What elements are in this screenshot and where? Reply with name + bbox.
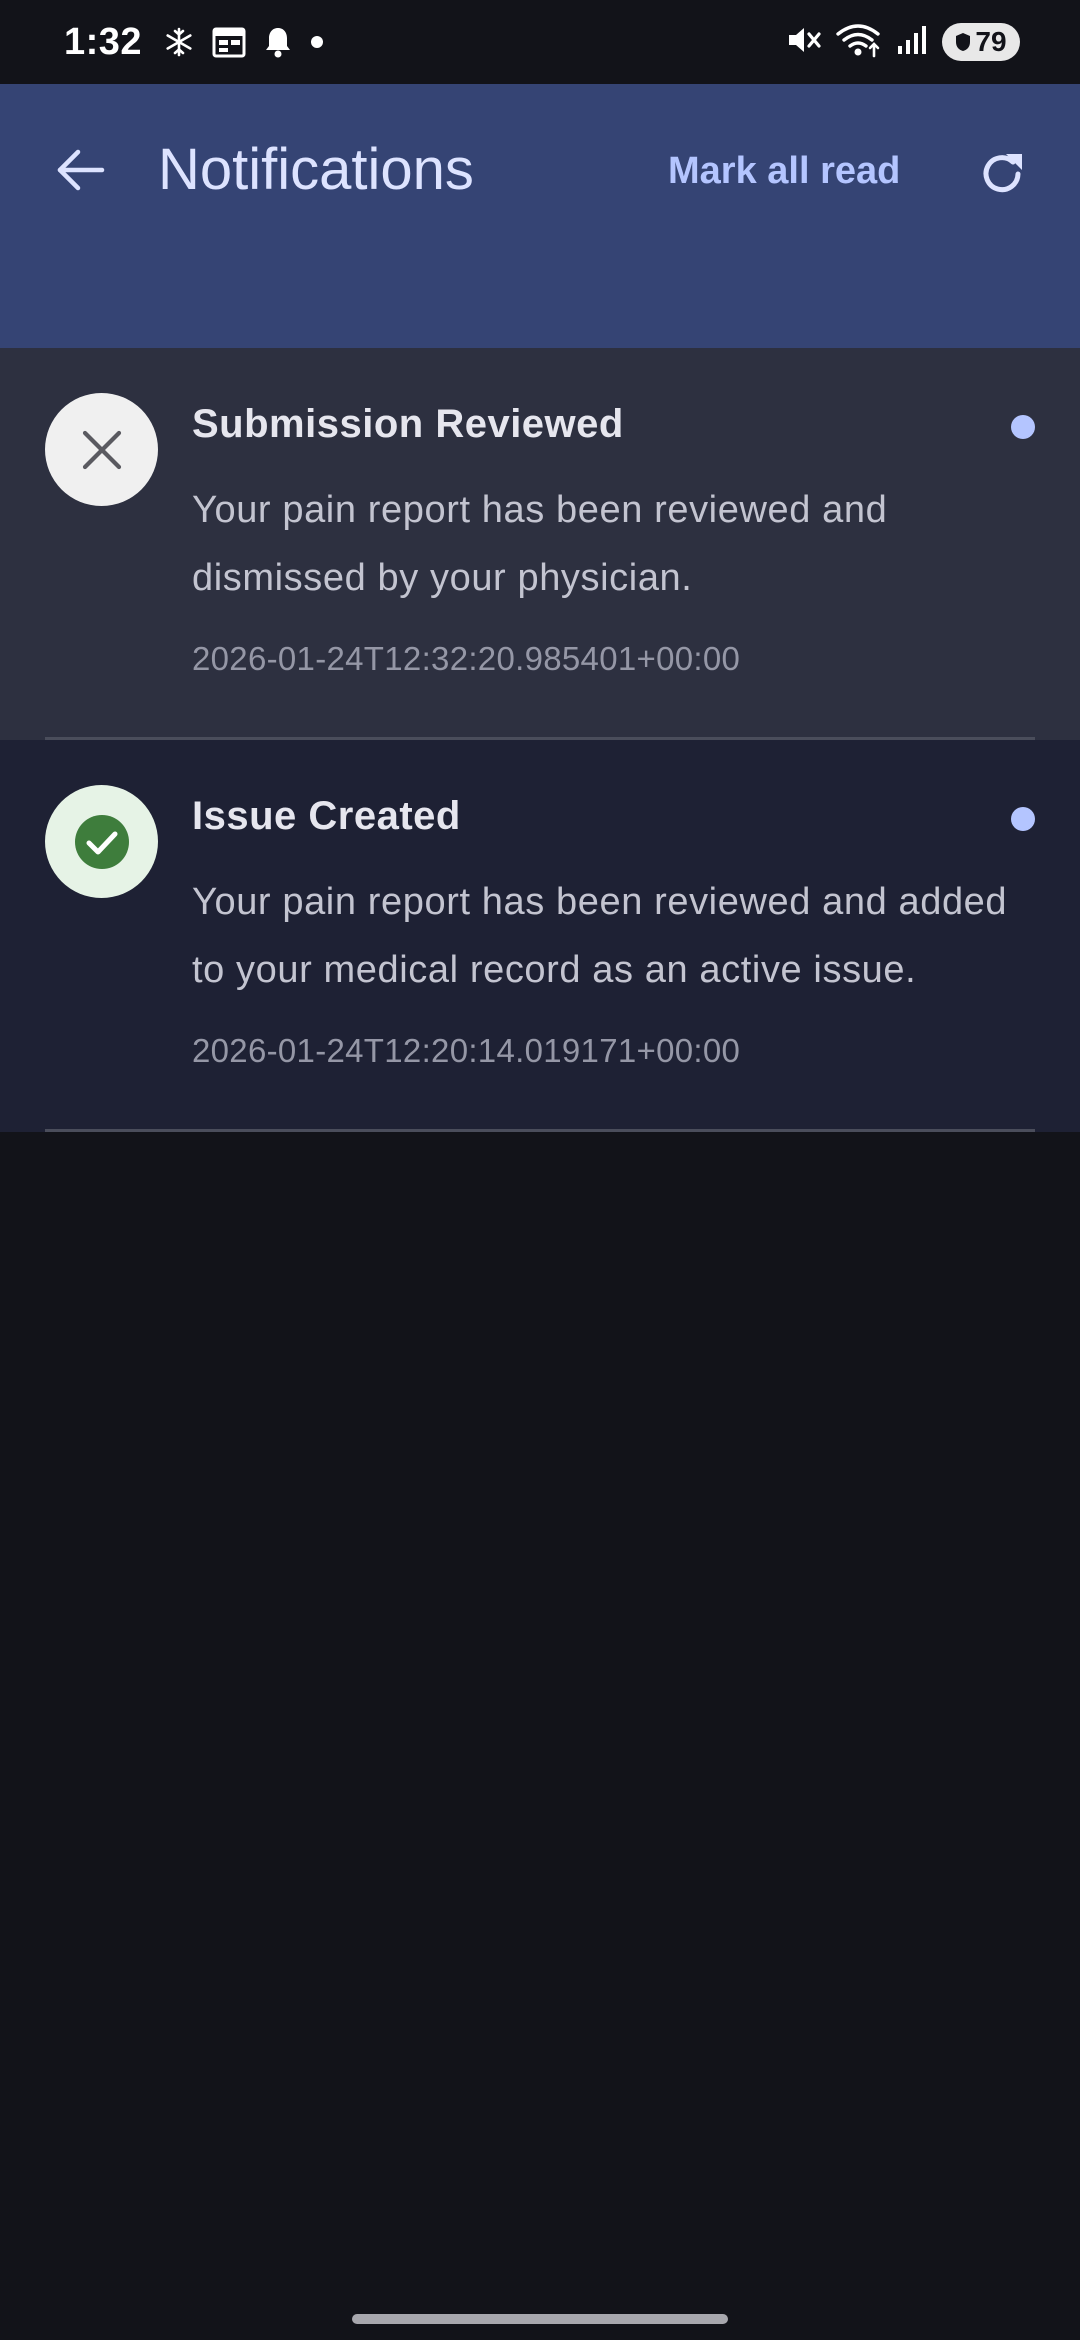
divider: [45, 1129, 1035, 1132]
bell-icon: [264, 26, 292, 58]
signal-icon: [896, 24, 928, 61]
notification-avatar: [45, 785, 158, 898]
mute-icon: [786, 23, 822, 62]
battery-level: 79: [975, 26, 1007, 57]
notification-timestamp: 2026-01-24T12:32:20.985401+00:00: [192, 640, 741, 677]
status-left-icons: [164, 26, 324, 58]
notification-item[interactable]: Submission Reviewed Your pain report has…: [0, 348, 1080, 740]
unread-indicator: [1011, 807, 1035, 831]
wifi-icon: [836, 22, 882, 63]
mark-all-read-button[interactable]: Mark all read: [668, 150, 900, 193]
calendar-icon: [212, 26, 246, 58]
notification-title: Submission Reviewed: [192, 402, 624, 446]
dot-icon: [310, 35, 324, 49]
status-right-icons: 79: [786, 22, 1020, 63]
status-bar: 1:32 79: [0, 0, 1080, 84]
gesture-nav-bar[interactable]: [352, 2314, 728, 2324]
snowflake-icon: [164, 27, 194, 57]
app-bar: [0, 84, 1080, 348]
notification-body: Your pain report has been reviewed and d…: [192, 489, 888, 599]
refresh-icon: [983, 154, 1022, 193]
notification-list: Submission Reviewed Your pain report has…: [0, 348, 1080, 1132]
refresh-button[interactable]: [972, 144, 1032, 204]
close-icon: [82, 430, 121, 469]
unread-indicator: [1011, 415, 1035, 439]
page-title: Notifications: [158, 137, 474, 202]
notification-avatar: [45, 393, 158, 506]
notification-title: Issue Created: [192, 794, 461, 838]
notification-body: Your pain report has been reviewed and a…: [192, 881, 1008, 991]
back-button[interactable]: [50, 140, 110, 200]
arrow-back-icon: [57, 149, 105, 191]
notification-timestamp: 2026-01-24T12:20:14.019171+00:00: [192, 1032, 741, 1069]
notification-item[interactable]: Issue Created Your pain report has been …: [0, 740, 1080, 1132]
check-circle-icon: [74, 814, 129, 869]
status-time: 1:32: [64, 20, 143, 63]
battery-icon: 79: [942, 23, 1020, 61]
